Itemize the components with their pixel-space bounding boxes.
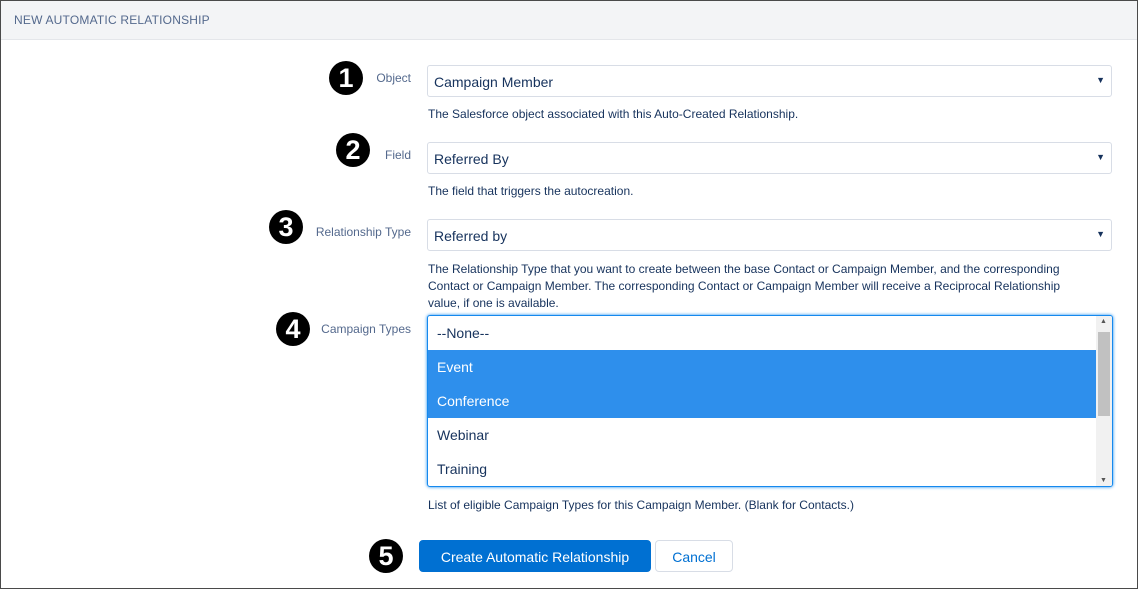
field-select-value: Referred By bbox=[434, 151, 509, 167]
step-marker-4: 4 bbox=[276, 312, 310, 346]
campaign-type-option-none[interactable]: --None-- bbox=[428, 316, 1096, 350]
panel-title: NEW AUTOMATIC RELATIONSHIP bbox=[14, 13, 210, 27]
relationship-type-select[interactable]: Referred by ▼ bbox=[427, 219, 1112, 251]
object-select-value: Campaign Member bbox=[434, 74, 554, 90]
campaign-types-label: Campaign Types bbox=[321, 322, 411, 336]
field-select[interactable]: Referred By ▼ bbox=[427, 142, 1112, 174]
step-marker-2: 2 bbox=[336, 133, 370, 167]
object-help-text: The Salesforce object associated with th… bbox=[428, 107, 799, 121]
chevron-down-icon: ▼ bbox=[1096, 229, 1105, 239]
campaign-type-option-webinar[interactable]: Webinar bbox=[428, 418, 1096, 452]
step-marker-1: 1 bbox=[329, 61, 363, 95]
field-help-text: The field that triggers the autocreation… bbox=[428, 184, 634, 198]
chevron-down-icon: ▼ bbox=[1096, 152, 1105, 162]
step-marker-3: 3 bbox=[269, 210, 303, 244]
relationship-type-help-line-1: The Relationship Type that you want to c… bbox=[428, 262, 1060, 276]
scrollbar-thumb[interactable] bbox=[1098, 332, 1110, 416]
campaign-types-help-text: List of eligible Campaign Types for this… bbox=[428, 498, 854, 512]
panel-header: NEW AUTOMATIC RELATIONSHIP bbox=[1, 1, 1137, 40]
object-label: Object bbox=[376, 71, 411, 85]
listbox-scrollbar[interactable]: ▲ ▼ bbox=[1096, 316, 1112, 486]
scroll-down-arrow-icon[interactable]: ▼ bbox=[1100, 477, 1107, 484]
campaign-type-option-conference[interactable]: Conference bbox=[428, 384, 1096, 418]
campaign-type-option-event[interactable]: Event bbox=[428, 350, 1096, 384]
field-label: Field bbox=[384, 148, 411, 162]
campaign-types-multiselect[interactable]: --None-- Event Conference Webinar Traini… bbox=[427, 315, 1113, 487]
new-automatic-relationship-panel: NEW AUTOMATIC RELATIONSHIP 1 Object Camp… bbox=[0, 0, 1138, 589]
scroll-up-arrow-icon[interactable]: ▲ bbox=[1100, 318, 1107, 325]
cancel-button[interactable]: Cancel bbox=[655, 540, 733, 572]
chevron-down-icon: ▼ bbox=[1096, 75, 1105, 85]
relationship-type-label: Relationship Type bbox=[315, 225, 411, 239]
campaign-type-option-training[interactable]: Training bbox=[428, 452, 1096, 486]
relationship-type-select-value: Referred by bbox=[434, 228, 508, 244]
object-select[interactable]: Campaign Member ▼ bbox=[427, 65, 1112, 97]
step-marker-5: 5 bbox=[369, 539, 403, 573]
relationship-type-help-line-2: Contact or Campaign Member. The correspo… bbox=[428, 279, 1061, 293]
create-automatic-relationship-button[interactable]: Create Automatic Relationship bbox=[419, 540, 651, 572]
relationship-type-help-line-3: value, if one is available. bbox=[428, 296, 559, 310]
